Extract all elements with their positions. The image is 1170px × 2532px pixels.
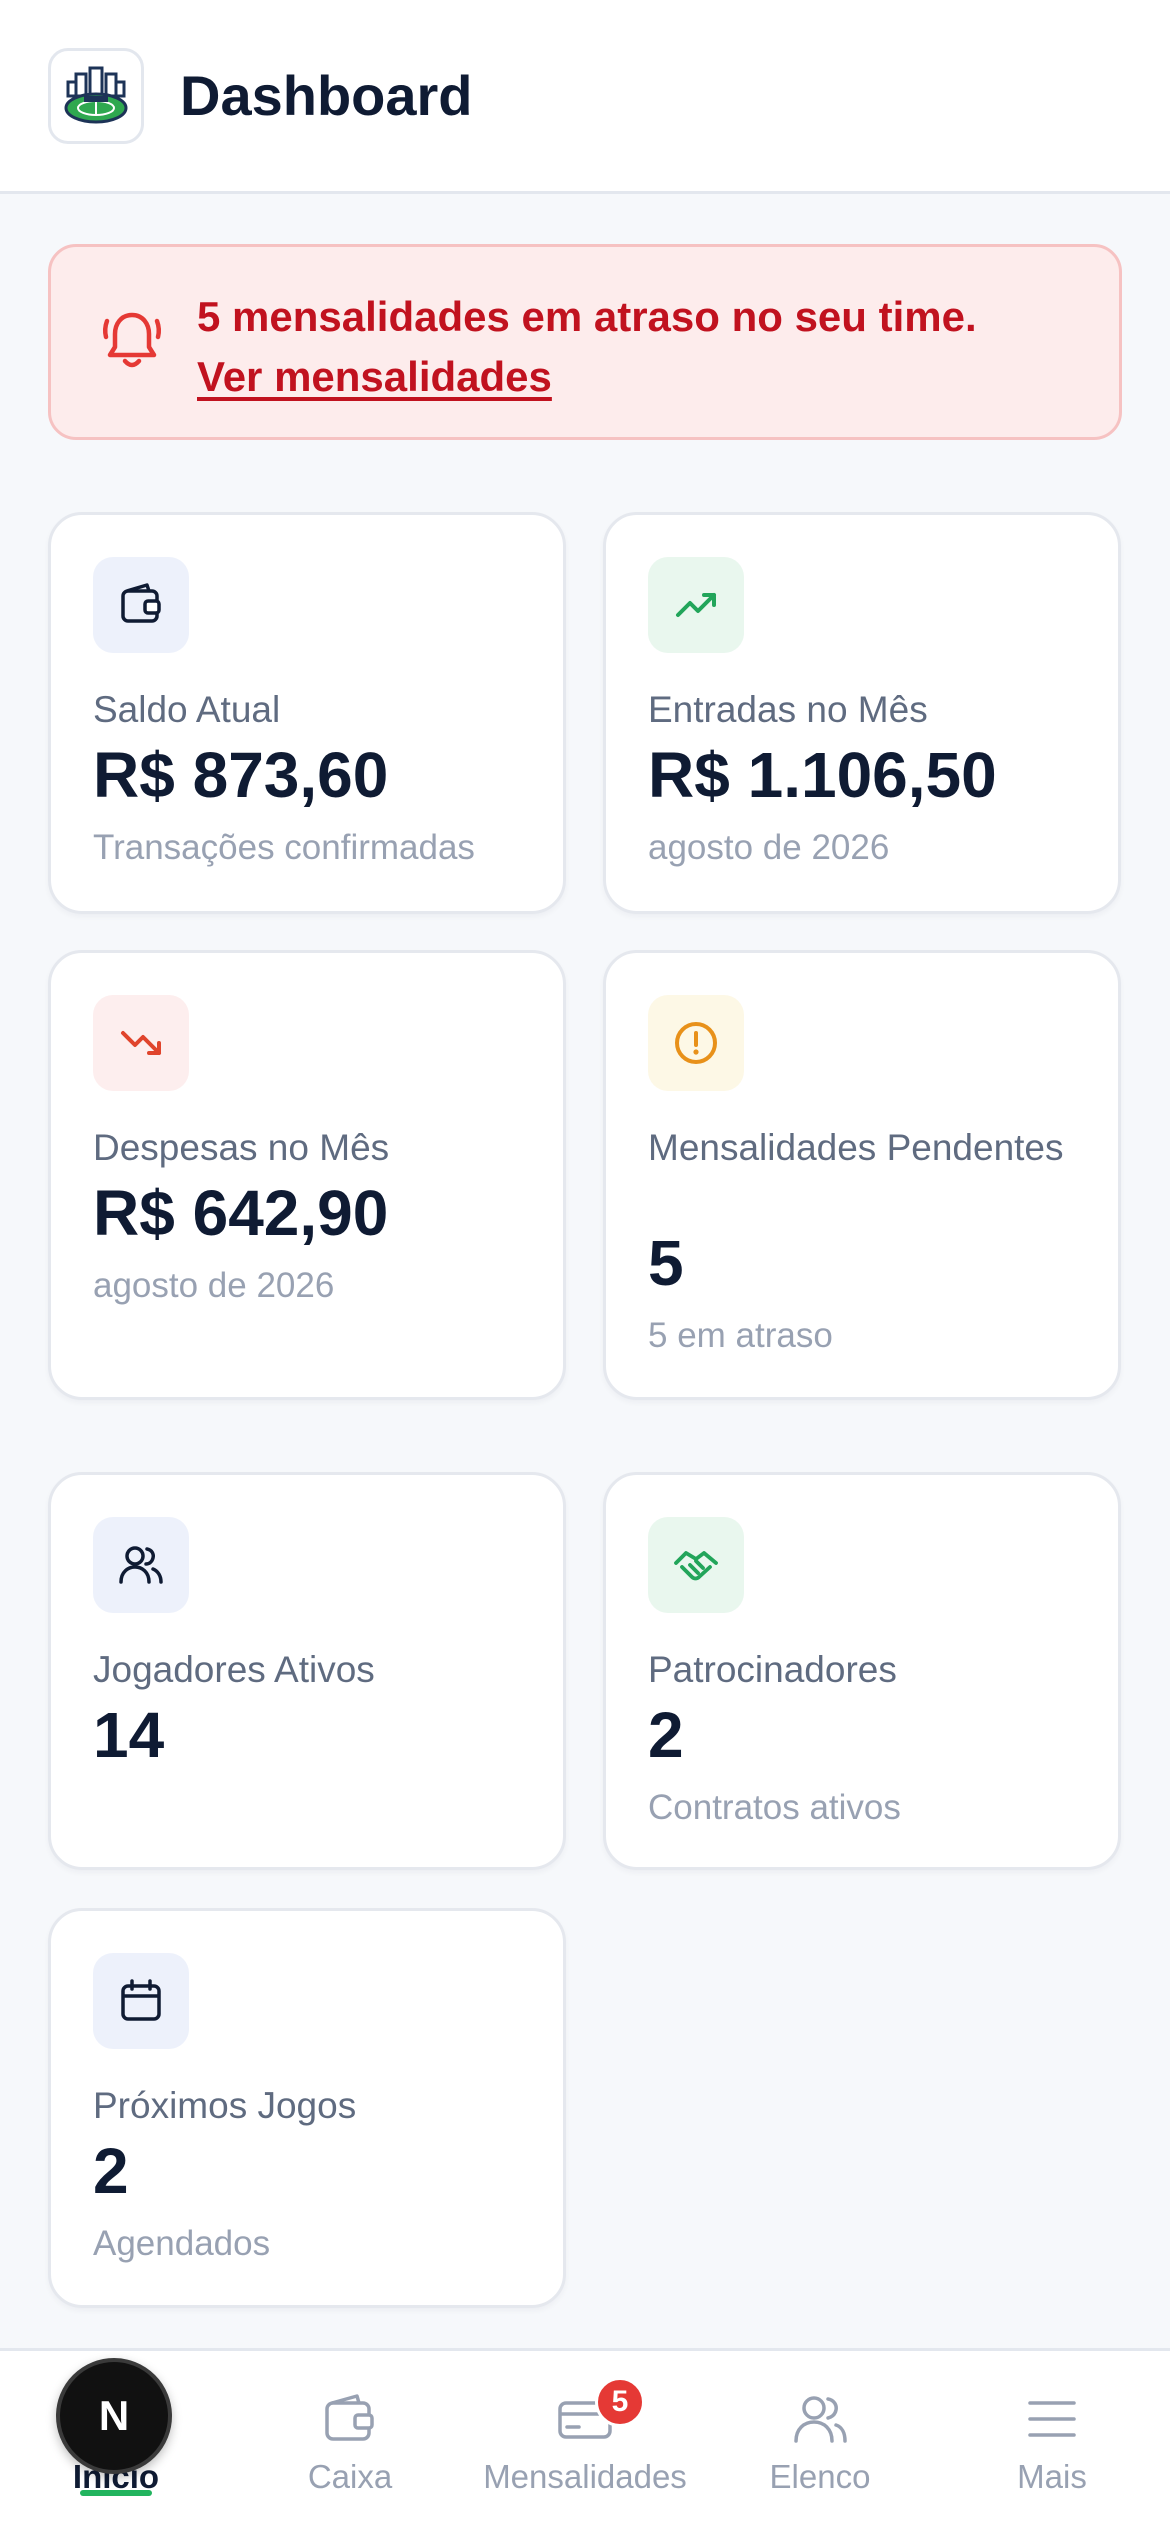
calendar-icon bbox=[93, 1953, 189, 2049]
bottom-navigation: Início Caixa Mensalidades 5 Elenco Mais bbox=[0, 2348, 1170, 2532]
balance-card[interactable]: Saldo Atual R$ 873,60 Transações confirm… bbox=[48, 512, 566, 914]
nav-label-caixa: Caixa bbox=[307, 2458, 393, 2495]
app-header: Dashboard bbox=[0, 0, 1170, 194]
nav-label-elenco: Elenco bbox=[769, 2458, 871, 2495]
expenses-card[interactable]: Despesas no Mês R$ 642,90 agosto de 2026 bbox=[48, 950, 566, 1400]
stadium-logo-icon bbox=[64, 66, 128, 124]
nav-item-elenco[interactable]: Elenco bbox=[740, 2351, 900, 2532]
alert-message: 5 mensalidades em atraso no seu time. bbox=[197, 293, 977, 340]
wallet-icon bbox=[320, 2389, 380, 2449]
users-icon bbox=[790, 2389, 850, 2449]
balance-value: R$ 873,60 bbox=[93, 739, 389, 811]
nav-item-caixa[interactable]: Caixa bbox=[270, 2351, 430, 2532]
handshake-icon bbox=[648, 1517, 744, 1613]
nav-item-mais[interactable]: Mais bbox=[972, 2351, 1132, 2532]
overdue-alert-banner: 5 mensalidades em atraso no seu time. Ve… bbox=[48, 244, 1122, 440]
sponsors-label: Patrocinadores bbox=[648, 1649, 897, 1690]
team-logo[interactable] bbox=[48, 48, 144, 144]
dev-tools-button[interactable]: N bbox=[56, 2358, 172, 2474]
users-icon bbox=[93, 1517, 189, 1613]
wallet-icon bbox=[93, 557, 189, 653]
trending-down-icon bbox=[93, 995, 189, 1091]
upcoming-games-subtitle: Agendados bbox=[93, 2224, 271, 2263]
pending-dues-value: 5 bbox=[648, 1227, 684, 1299]
dues-count-badge: 5 bbox=[595, 2377, 645, 2427]
expenses-value: R$ 642,90 bbox=[93, 1177, 389, 1249]
expenses-label: Despesas no Mês bbox=[93, 1127, 390, 1168]
upcoming-games-card[interactable]: Próximos Jogos 2 Agendados bbox=[48, 1908, 566, 2308]
alert-circle-icon bbox=[648, 995, 744, 1091]
sponsors-value: 2 bbox=[648, 1699, 684, 1771]
nav-label-mensalidades: Mensalidades bbox=[483, 2458, 687, 2495]
balance-subtitle: Transações confirmadas bbox=[93, 828, 475, 867]
sponsors-subtitle: Contratos ativos bbox=[648, 1788, 901, 1827]
active-players-label: Jogadores Ativos bbox=[93, 1649, 375, 1690]
bell-icon bbox=[102, 312, 162, 368]
balance-label: Saldo Atual bbox=[93, 689, 281, 730]
income-label: Entradas no Mês bbox=[648, 689, 928, 730]
pending-dues-subtitle: 5 em atraso bbox=[648, 1316, 833, 1355]
view-dues-link[interactable]: Ver mensalidades bbox=[197, 347, 552, 407]
nav-item-mensalidades[interactable]: Mensalidades bbox=[470, 2351, 700, 2532]
menu-icon bbox=[1022, 2389, 1082, 2449]
active-tab-indicator bbox=[80, 2490, 152, 2496]
pending-dues-card[interactable]: Mensalidades Pendentes 5 5 em atraso bbox=[603, 950, 1121, 1400]
svg-text:N: N bbox=[99, 2392, 129, 2439]
income-subtitle: agosto de 2026 bbox=[648, 828, 890, 867]
n-logo-icon: N bbox=[99, 2392, 129, 2439]
upcoming-games-label: Próximos Jogos bbox=[93, 2085, 357, 2126]
expenses-subtitle: agosto de 2026 bbox=[93, 1266, 335, 1305]
income-value: R$ 1.106,50 bbox=[648, 739, 997, 811]
upcoming-games-value: 2 bbox=[93, 2135, 129, 2207]
sponsors-card[interactable]: Patrocinadores 2 Contratos ativos bbox=[603, 1472, 1121, 1870]
pending-dues-label: Mensalidades Pendentes bbox=[648, 1127, 1064, 1168]
trending-up-icon bbox=[648, 557, 744, 653]
income-card[interactable]: Entradas no Mês R$ 1.106,50 agosto de 20… bbox=[603, 512, 1121, 914]
active-players-card[interactable]: Jogadores Ativos 14 bbox=[48, 1472, 566, 1870]
nav-label-mais: Mais bbox=[1017, 2458, 1087, 2495]
page-title: Dashboard bbox=[180, 64, 473, 127]
active-players-value: 14 bbox=[93, 1699, 165, 1771]
